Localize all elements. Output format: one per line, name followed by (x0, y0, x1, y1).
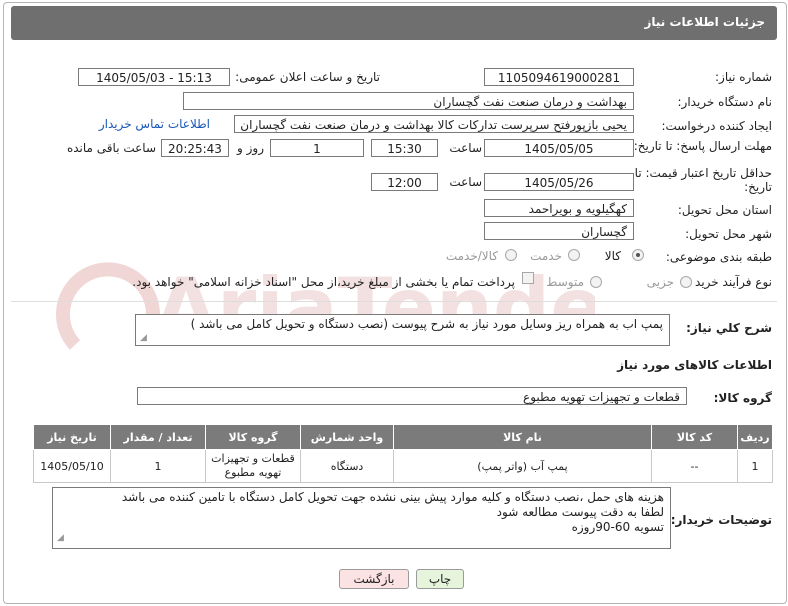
category-goods-service-label: کالا/خدمت (445, 249, 498, 263)
payment-note: پرداخت تمام یا بخشی از مبلغ خرید،از محل … (132, 275, 515, 289)
creator-field[interactable]: یحیی بازپورفتح سرپرست تدارکات کالا بهداش… (234, 115, 634, 133)
province-field[interactable]: کهگیلویه و بویراحمد (484, 199, 634, 217)
category-service-label: خدمت (530, 249, 562, 263)
price-time-field[interactable]: 12:00 (371, 173, 438, 191)
contact-link[interactable]: اطلاعات تماس خریدار (99, 117, 210, 131)
table-header: ردیف (737, 424, 773, 450)
process-partial-radio[interactable] (680, 276, 692, 288)
process-medium-label: متوسط (546, 275, 584, 289)
table-header: کد کالا (651, 424, 738, 450)
announce-label: تاریخ و ساعت اعلان عمومی: (235, 70, 380, 84)
price-time-label: ساعت (449, 175, 482, 189)
description-text: پمپ اب به همراه ریز وسایل مورد نیاز به ش… (190, 317, 663, 331)
table-header: واحد شمارش (300, 424, 394, 450)
province-label: استان محل تحویل: (677, 203, 772, 217)
need-number-field[interactable]: 1105094619000281 (484, 68, 634, 86)
remaining-label: ساعت باقی مانده (66, 141, 156, 155)
goods-table: ردیف کد کالا نام کالا واحد شمارش گروه کا… (33, 424, 773, 483)
table-header: نام کالا (393, 424, 652, 450)
table-header-row: ردیف کد کالا نام کالا واحد شمارش گروه کا… (33, 424, 773, 450)
separator (11, 301, 777, 302)
table-cell: 1 (110, 449, 206, 483)
table-row[interactable]: 1 -- پمپ آب (واتر پمپ) دستگاه قطعات و تج… (33, 449, 773, 483)
title-bar: جزئیات اطلاعات نیاز (11, 6, 777, 40)
table-header: تعداد / مقدار (110, 424, 206, 450)
category-label: طبقه بندی موضوعی: (665, 250, 772, 264)
announce-field[interactable]: 1405/05/03 - 15:13 (78, 68, 230, 86)
buyer-notes-label: توضیحات خریدار: (670, 513, 772, 527)
process-medium-radio[interactable] (590, 276, 602, 288)
table-cell: پمپ آب (واتر پمپ) (393, 449, 652, 483)
city-label: شهر محل تحویل: (685, 227, 772, 241)
description-textarea[interactable]: پمپ اب به همراه ریز وسایل مورد نیاز به ش… (135, 314, 670, 346)
table-cell: دستگاه (300, 449, 394, 483)
deadline-time-label: ساعت (449, 141, 482, 155)
resize-grip-icon[interactable]: ◢ (140, 333, 147, 343)
print-button[interactable]: چاپ (416, 569, 464, 589)
goods-group-label: گروه کالا: (713, 391, 772, 405)
page-title: جزئیات اطلاعات نیاز (644, 15, 765, 29)
need-number-label: شماره نیاز: (715, 70, 772, 84)
goods-info-title: اطلاعات کالاهای مورد نیاز (617, 358, 772, 372)
buyer-notes-line: هزینه های حمل ،نصب دستگاه و کلیه موارد پ… (121, 490, 664, 504)
table-cell: 1405/05/10 (33, 449, 111, 483)
table-header: گروه کالا (205, 424, 301, 450)
days-field[interactable]: 1 (270, 139, 364, 157)
payment-treasury-checkbox[interactable] (522, 272, 534, 284)
city-field[interactable]: گچساران (484, 222, 634, 240)
goods-group-field[interactable]: قطعات و تجهیزات تهویه مطبوع (137, 387, 687, 405)
table-cell: قطعات و تجهیزات تهویه مطبوع (205, 449, 301, 483)
deadline-label: مهلت ارسال پاسخ: تا تاریخ: (633, 139, 772, 153)
buyer-org-label: نام دستگاه خریدار: (677, 95, 773, 109)
category-goods-label: کالا (604, 249, 621, 263)
table-cell: -- (651, 449, 738, 483)
remaining-time-field[interactable]: 20:25:43 (161, 139, 229, 157)
process-label: نوع فرآیند خرید : (687, 275, 772, 289)
description-label: شرح کلي نياز: (686, 321, 772, 335)
days-label: روز و (237, 141, 264, 155)
back-button[interactable]: بازگشت (339, 569, 409, 589)
deadline-time-field[interactable]: 15:30 (371, 139, 438, 157)
price-validity-label: حداقل تاریخ اعتبار قیمت: تا تاریخ: (634, 166, 772, 194)
buyer-notes-textarea[interactable]: هزینه های حمل ،نصب دستگاه و کلیه موارد پ… (52, 487, 671, 549)
price-date-field[interactable]: 1405/05/26 (484, 173, 634, 191)
buyer-org-field[interactable]: بهداشت و درمان صنعت نفت گچساران (183, 92, 634, 110)
category-service-radio[interactable] (568, 249, 580, 261)
resize-grip-icon[interactable]: ◢ (57, 531, 64, 546)
table-cell: 1 (737, 449, 773, 483)
creator-label: ایجاد کننده درخواست: (661, 119, 772, 133)
buyer-notes-line: لطفا به دقت پیوست مطالعه شود (496, 505, 664, 519)
process-partial-label: جزیی (646, 275, 674, 289)
table-header: تاریخ نیاز (33, 424, 111, 450)
deadline-date-field[interactable]: 1405/05/05 (484, 139, 634, 157)
category-goods-service-radio[interactable] (505, 249, 517, 261)
category-goods-radio[interactable] (632, 249, 644, 261)
buyer-notes-line: تسویه 60-90روزه (571, 520, 664, 534)
